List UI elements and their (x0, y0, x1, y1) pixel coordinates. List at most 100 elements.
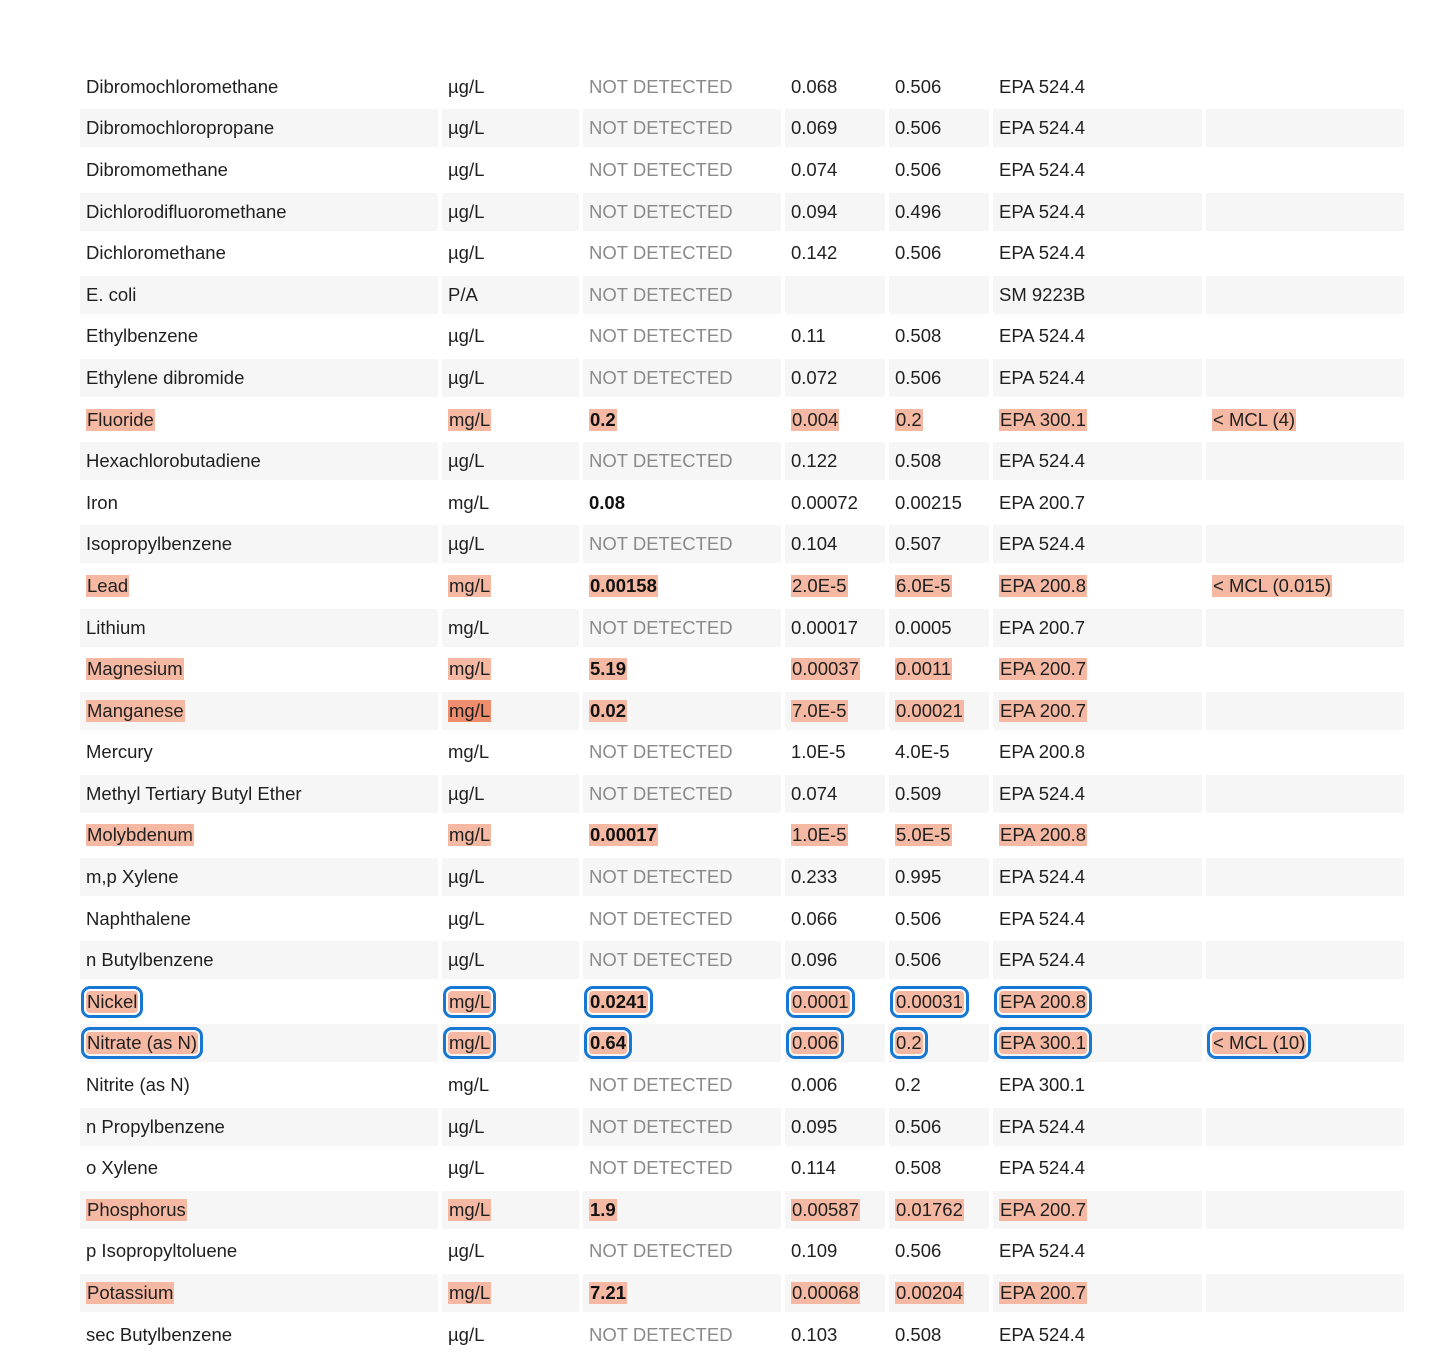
result-text: 0.2 (589, 408, 617, 431)
result-cell: NOT DETECTED (583, 275, 781, 314)
table-row: Nitrate (as N) mg/L 0.64 0.006 0.2 EPA 300.1 <… (80, 1023, 1408, 1065)
note-cell (1206, 650, 1404, 688)
analyte-cell: m,p Xylene (80, 858, 438, 897)
result-text: NOT DETECTED (589, 1240, 733, 1262)
method-cell: EPA 300.1 (993, 401, 1202, 439)
table-row: Fluoride mg/L 0.2 0.004 0.2 EPA 300.1 < MCL (4… (80, 399, 1408, 441)
unit-text: mg/L (448, 1074, 490, 1096)
mdl-text: 0.104 (791, 533, 838, 555)
result-cell: NOT DETECTED (583, 774, 781, 813)
method-text: EPA 524.4 (999, 158, 1086, 180)
rl-cell: 0.506 (889, 358, 989, 397)
mdl-cell: 7.0E-5 (785, 691, 885, 730)
method-cell: EPA 200.7 (993, 1274, 1202, 1313)
mdl-text: 1.0E-5 (791, 741, 846, 763)
note-cell (1206, 68, 1404, 106)
rl-text: 0.00021 (895, 699, 964, 722)
result-text: NOT DETECTED (589, 75, 733, 97)
method-text: EPA 300.1 (999, 1074, 1086, 1096)
method-cell: EPA 200.7 (993, 1190, 1202, 1229)
note-text: < MCL (0.015) (1212, 574, 1333, 597)
mdl-text: 0.072 (791, 366, 838, 388)
result-text: NOT DETECTED (589, 325, 733, 347)
analyte-text: Methyl Tertiary Butyl Ether (86, 782, 302, 804)
table-row: Isopropylbenzene µg/L NOT DETECTED 0.104 0.5… (80, 524, 1408, 566)
mdl-cell: 0.00072 (785, 484, 885, 522)
result-text: NOT DETECTED (589, 242, 733, 264)
rl-cell: 0.2 (889, 401, 989, 439)
note-cell (1206, 1316, 1404, 1354)
unit-text: µg/L (448, 1157, 485, 1179)
mdl-text: 0.00037 (791, 658, 860, 681)
note-cell: < MCL (10) (1206, 1024, 1404, 1063)
mdl-cell: 0.00017 (785, 608, 885, 647)
result-cell: 5.19 (583, 650, 781, 688)
analyte-cell: Nitrate (as N) (80, 1024, 438, 1063)
mdl-cell: 0.004 (785, 401, 885, 439)
result-cell: NOT DETECTED (583, 192, 781, 231)
result-text: NOT DETECTED (589, 1115, 733, 1137)
note-cell (1206, 234, 1404, 272)
mdl-text: 0.069 (791, 117, 838, 139)
mdl-cell: 0.096 (785, 941, 885, 980)
analyte-cell: Magnesium (80, 650, 438, 688)
mdl-cell: 0.074 (785, 774, 885, 813)
result-cell: NOT DETECTED (583, 68, 781, 106)
note-cell (1206, 733, 1404, 771)
unit-cell: µg/L (442, 900, 579, 938)
rl-text: 0.506 (895, 949, 942, 971)
table-row: Naphthalene µg/L NOT DETECTED 0.066 0.506 EPA… (80, 898, 1408, 940)
mdl-cell: 0.0001 (785, 983, 885, 1021)
unit-cell: µg/L (442, 1107, 579, 1146)
result-cell: 0.2 (583, 401, 781, 439)
rl-cell: 4.0E-5 (889, 733, 989, 771)
result-cell: 0.0241 (583, 983, 781, 1021)
unit-cell: mg/L (442, 1024, 579, 1063)
method-cell: EPA 300.1 (993, 1066, 1202, 1104)
unit-cell: mg/L (442, 650, 579, 688)
mdl-text: 0.094 (791, 200, 838, 222)
unit-cell: µg/L (442, 1149, 579, 1187)
mdl-text: 0.074 (791, 158, 838, 180)
result-text: 1.9 (589, 1198, 617, 1221)
unit-text: mg/L (448, 699, 492, 722)
result-cell: NOT DETECTED (583, 1107, 781, 1146)
rl-text: 6.0E-5 (895, 574, 952, 597)
analyte-cell: Naphthalene (80, 900, 438, 938)
method-cell: EPA 200.8 (993, 567, 1202, 605)
method-text: EPA 200.8 (999, 574, 1088, 597)
table-row: Mercury mg/L NOT DETECTED 1.0E-5 4.0E-5 EPA 2… (80, 732, 1408, 774)
note-cell (1206, 151, 1404, 189)
result-text: 0.08 (589, 491, 626, 513)
rl-text: 0.506 (895, 117, 942, 139)
method-cell: EPA 300.1 (993, 1024, 1202, 1063)
analyte-text: Iron (86, 491, 118, 513)
table-row: Nitrite (as N) mg/L NOT DETECTED 0.006 0.2 EP… (80, 1064, 1408, 1106)
mdl-cell: 0.00587 (785, 1190, 885, 1229)
result-cell: NOT DETECTED (583, 358, 781, 397)
mdl-text: 0.142 (791, 242, 838, 264)
unit-cell: mg/L (442, 608, 579, 647)
method-cell: EPA 524.4 (993, 151, 1202, 189)
rl-text: 0.506 (895, 907, 942, 929)
rl-text: 0.506 (895, 1240, 942, 1262)
analyte-cell: Hexachlorobutadiene (80, 442, 438, 481)
result-text: NOT DETECTED (589, 1157, 733, 1179)
rl-text: 0.0011 (895, 658, 953, 681)
result-cell: 0.02 (583, 691, 781, 730)
table-row: o Xylene µg/L NOT DETECTED 0.114 0.508 EPA 52… (80, 1147, 1408, 1189)
result-text: NOT DETECTED (589, 533, 733, 555)
rl-text: 0.506 (895, 366, 942, 388)
note-cell (1206, 691, 1404, 730)
rl-cell: 0.509 (889, 774, 989, 813)
method-cell: EPA 200.7 (993, 608, 1202, 647)
rl-cell: 0.506 (889, 68, 989, 106)
result-text: 5.19 (589, 658, 628, 681)
mdl-cell (785, 275, 885, 314)
rl-cell: 0.00215 (889, 484, 989, 522)
unit-cell: µg/L (442, 151, 579, 189)
result-text: NOT DETECTED (589, 907, 733, 929)
table-row: Methyl Tertiary Butyl Ether µg/L NOT DETEC… (80, 773, 1408, 815)
result-text: NOT DETECTED (589, 1074, 733, 1096)
method-cell: EPA 200.8 (993, 983, 1202, 1021)
